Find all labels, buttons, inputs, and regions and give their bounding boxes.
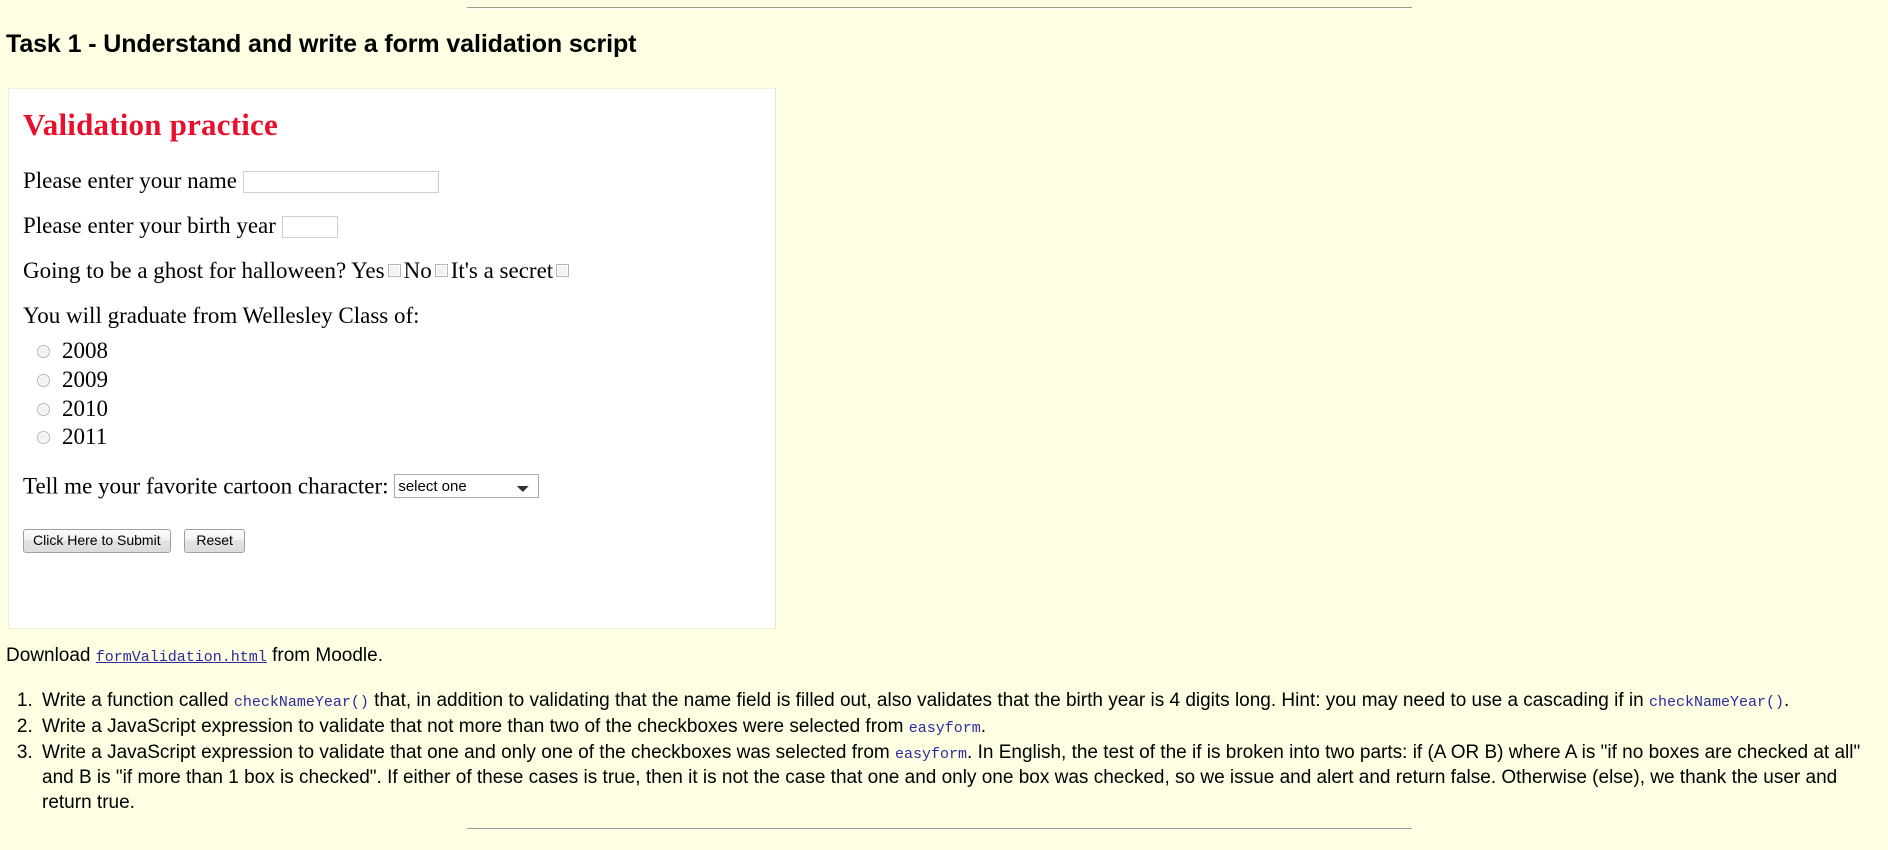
task3-code-1: easyform [895,746,968,764]
graduation-question: You will graduate from Wellesley Class o… [23,303,420,329]
birth-year-row: Please enter your birth year [23,213,775,239]
download-prefix-text: Download [6,645,91,666]
radio-2010[interactable] [37,402,50,416]
form-buttons: Click Here to Submit Reset [23,525,775,554]
task1-text-part2: that, in addition to validating that the… [374,690,1644,711]
list-item: Write a JavaScript expression to validat… [38,714,1888,739]
graduation-option-2010[interactable]: 2010 [23,395,775,424]
birth-year-label: Please enter your birth year [23,213,276,239]
page-title: Task 1 - Understand and write a form val… [6,30,637,58]
checkbox-no[interactable] [434,264,448,278]
ghost-question-label: Going to be a ghost for halloween? [23,258,347,284]
ghost-option-no-label: No [403,258,432,284]
form-heading: Validation practice [23,107,278,142]
task2-code-1: easyform [908,720,981,738]
cartoon-select[interactable]: select one [394,474,540,499]
reset-button[interactable]: Reset [184,529,245,554]
radio-2011[interactable] [37,431,50,445]
download-instruction: Download formValidation.html from Moodle… [6,645,383,667]
radio-2009[interactable] [37,373,50,387]
form-validation-file-link[interactable]: formValidation.html [96,649,267,666]
checkbox-secret[interactable] [556,264,570,278]
graduation-option-2008[interactable]: 2008 [23,337,775,366]
graduation-label-2008: 2008 [62,337,108,363]
cartoon-row: Tell me your favorite cartoon character:… [23,474,775,499]
graduation-label-2010: 2010 [62,395,108,421]
task1-text-part3: . [1784,690,1790,711]
name-label: Please enter your name [23,168,237,193]
bottom-divider-container [0,828,1888,830]
task1-code-1: checkNameYear() [233,694,369,711]
checkbox-yes[interactable] [387,264,401,278]
list-item: Write a function called checkNameYear() … [38,688,1888,713]
bottom-divider [466,828,1412,830]
task2-text-part2: . [980,716,986,738]
task3-text-part1: Write a JavaScript expression to validat… [42,742,890,764]
download-suffix-text: from Moodle. [272,645,383,666]
task1-text-part1: Write a function called [42,690,229,711]
task1-code-2: checkNameYear() [1648,694,1785,711]
graduation-option-2009[interactable]: 2009 [23,366,775,395]
top-divider [466,7,1412,9]
validation-form-frame: Validation practice Please enter your na… [8,88,776,629]
graduation-label-2011: 2011 [62,424,108,450]
name-input[interactable] [242,171,439,193]
top-divider-container [0,0,1888,17]
list-item: Write a JavaScript expression to validat… [38,740,1888,815]
task2-text-part1: Write a JavaScript expression to validat… [42,716,904,738]
ghost-option-secret-label: It's a secret [450,258,554,284]
ghost-row: Going to be a ghost for halloween? Yes No… [23,259,775,283]
ghost-option-yes-label: Yes [351,258,385,284]
name-row: Please enter your name [23,168,775,193]
radio-2008[interactable] [37,344,50,358]
task-instruction-list: Write a function called checkNameYear() … [0,688,1888,816]
graduation-option-2011[interactable]: 2011 [23,423,775,452]
graduation-label-2009: 2009 [62,366,108,392]
submit-button[interactable]: Click Here to Submit [23,529,171,554]
cartoon-label: Tell me your favorite cartoon character: [23,473,389,499]
birth-year-input[interactable] [281,216,338,239]
